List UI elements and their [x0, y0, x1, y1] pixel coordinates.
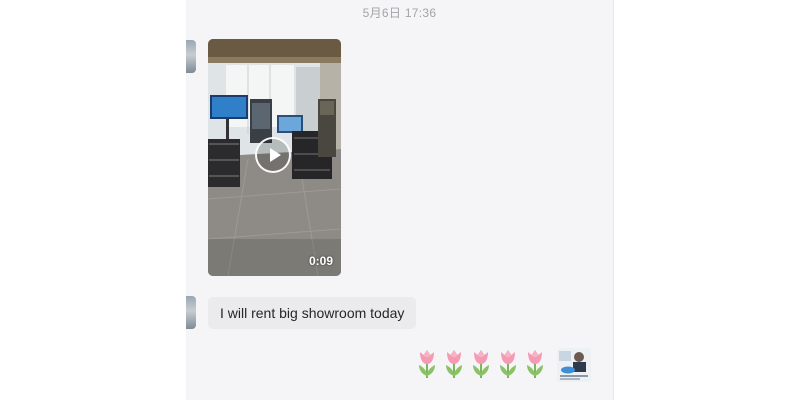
tulip-emoji-icon: [473, 350, 489, 378]
tulip-emoji-icon: [446, 350, 462, 378]
emoji-message[interactable]: [415, 348, 547, 384]
tulip-emoji-icon: [500, 350, 516, 378]
tulip-emoji-icon: [527, 350, 543, 378]
message-timestamp: 5月6日 17:36: [362, 6, 437, 20]
chat-panel: 5月6日 17:36 0:09 I will rent big showroom…: [186, 0, 614, 400]
text-message[interactable]: I will rent big showroom today: [208, 297, 417, 329]
contact-avatar[interactable]: [186, 296, 196, 329]
avatar-image: [557, 348, 591, 382]
play-icon: [270, 148, 281, 162]
self-avatar[interactable]: [557, 348, 591, 382]
play-button[interactable]: [255, 137, 291, 173]
contact-avatar[interactable]: [186, 40, 196, 73]
tulip-emoji-icon: [419, 350, 435, 378]
chat-window: 5月6日 17:36 0:09 I will rent big showroom…: [0, 0, 800, 400]
video-duration: 0:09: [308, 254, 333, 268]
video-message[interactable]: 0:09: [208, 39, 341, 276]
